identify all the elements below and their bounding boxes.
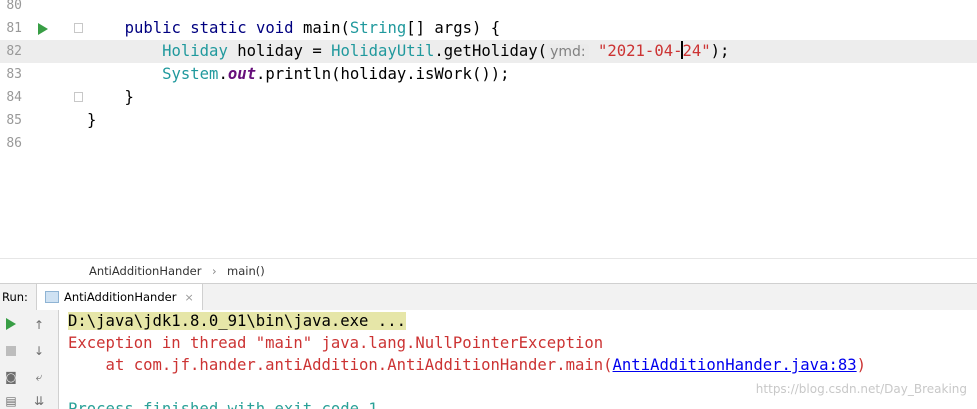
code-line[interactable]: 84 }: [0, 86, 977, 109]
code-text: }: [87, 111, 97, 129]
stacktrace-source-link[interactable]: AntiAdditionHander.java:83: [613, 356, 857, 374]
line-number: 82: [6, 44, 22, 59]
layout-icon[interactable]: ▤: [4, 394, 18, 408]
run-tab[interactable]: AntiAdditionHander ×: [36, 284, 203, 310]
line-number: 81: [6, 21, 22, 36]
code-line[interactable]: 85 }: [0, 109, 977, 132]
line-number: 80: [6, 0, 22, 13]
line-number: 84: [6, 90, 22, 105]
scroll-end-icon[interactable]: ⇊: [32, 394, 46, 408]
run-tab-label: AntiAdditionHander: [64, 290, 177, 304]
run-tool-window-header: Run: AntiAdditionHander ×: [0, 283, 977, 311]
up-arrow-icon[interactable]: ↑: [32, 318, 46, 332]
stop-icon[interactable]: [6, 346, 16, 356]
fold-marker-icon[interactable]: [74, 23, 83, 33]
code-line[interactable]: 86: [0, 132, 977, 155]
line-number: 83: [6, 67, 22, 82]
parameter-hint: ymd:: [547, 44, 589, 60]
soft-wrap-icon[interactable]: ⤶: [32, 370, 46, 384]
application-icon: [45, 291, 59, 303]
camera-icon[interactable]: ◙: [4, 370, 18, 384]
line-number: 86: [6, 136, 22, 151]
code-line[interactable]: 83 System.out.println(holiday.isWork());: [0, 63, 977, 86]
line-number: 85: [6, 113, 22, 128]
breadcrumb-separator: ›: [212, 264, 217, 278]
code-line-current[interactable]: 82 Holiday holiday = HolidayUtil.getHoli…: [0, 40, 977, 63]
close-icon[interactable]: ×: [184, 291, 193, 304]
breadcrumb: AntiAdditionHander › main(): [0, 258, 977, 283]
fold-marker-icon[interactable]: [74, 92, 83, 102]
breadcrumb-method[interactable]: main(): [227, 264, 265, 278]
code-text: }: [87, 88, 134, 106]
code-line[interactable]: 81 public static void main(String[] args…: [0, 17, 977, 40]
watermark-text: https://blog.csdn.net/Day_Breaking: [755, 382, 967, 396]
run-label: Run:: [2, 290, 28, 304]
console-stacktrace-suffix: ): [856, 356, 867, 374]
run-toolbar: ↑ ↓ ◙ ⤶ ▤ ⇊: [0, 310, 59, 409]
console-exception-line: Exception in thread "main" java.lang.Nul…: [68, 334, 604, 352]
code-line[interactable]: 80: [0, 0, 977, 17]
console-exit-line: Process finished with exit code 1: [68, 400, 378, 409]
console-command-line: D:\java\jdk1.8.0_91\bin\java.exe ...: [68, 312, 406, 330]
code-text: public static void main(String[] args) {: [124, 19, 501, 37]
breadcrumb-class[interactable]: AntiAdditionHander: [89, 264, 201, 278]
run-main-gutter-icon[interactable]: [38, 23, 48, 35]
run-icon[interactable]: [6, 318, 16, 330]
down-arrow-icon[interactable]: ↓: [32, 344, 46, 358]
console-stacktrace-line: at com.jf.hander.antiAddition.AntiAdditi…: [68, 356, 613, 374]
code-text: Holiday holiday = HolidayUtil.getHoliday…: [162, 41, 730, 60]
code-text: System.out.println(holiday.isWork());: [162, 65, 510, 83]
code-editor[interactable]: 80 81 public static void main(String[] a…: [0, 0, 977, 258]
